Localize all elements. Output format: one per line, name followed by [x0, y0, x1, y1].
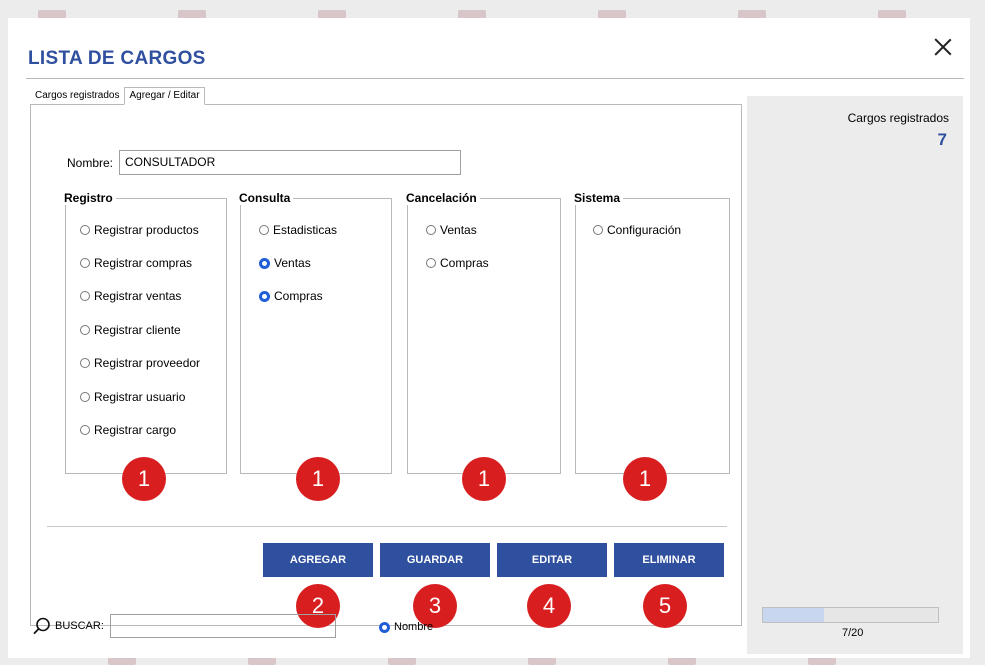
capacity-progress-fill	[763, 608, 825, 622]
annotation-badge: 4	[527, 584, 571, 628]
tab-agregar-editar[interactable]: Agregar / Editar	[124, 87, 205, 105]
radio-button[interactable]	[80, 291, 90, 301]
radio-button[interactable]	[426, 258, 436, 268]
dialog-window: LISTA DE CARGOS Cargos registrados Agreg…	[8, 18, 970, 658]
option-label: Compras	[440, 256, 489, 270]
close-icon[interactable]	[934, 38, 952, 56]
group-cancelacion: Cancelación Ventas Compras	[406, 191, 561, 474]
tab-cargos-registrados[interactable]: Cargos registrados	[30, 87, 124, 105]
radio-button-selected[interactable]	[259, 290, 270, 302]
radio-button[interactable]	[426, 225, 436, 235]
annotation-badge: 1	[623, 457, 667, 501]
option-consulta-compras[interactable]: Compras	[259, 289, 323, 303]
group-title: Consulta	[239, 191, 294, 205]
search-icon[interactable]	[33, 617, 51, 635]
radio-button[interactable]	[80, 358, 90, 368]
option-registrar-usuario[interactable]: Registrar usuario	[80, 390, 185, 404]
option-label: Compras	[274, 289, 323, 303]
option-registrar-compras[interactable]: Registrar compras	[80, 256, 192, 270]
option-registrar-proveedor[interactable]: Registrar proveedor	[80, 356, 200, 370]
option-registrar-ventas[interactable]: Registrar ventas	[80, 289, 181, 303]
search-input[interactable]	[109, 614, 336, 638]
option-consulta-ventas[interactable]: Ventas	[259, 256, 311, 270]
annotation-badge: 1	[122, 457, 166, 501]
option-label: Registrar cliente	[94, 323, 181, 337]
option-label: Configuración	[607, 223, 682, 237]
option-registrar-cargo[interactable]: Registrar cargo	[80, 423, 176, 437]
option-registrar-productos[interactable]: Registrar productos	[80, 223, 199, 237]
group-title: Registro	[64, 191, 116, 205]
option-label: Registrar cargo	[94, 423, 177, 437]
option-label: Registrar ventas	[94, 289, 182, 303]
guardar-button[interactable]: GUARDAR	[380, 543, 490, 577]
option-cancelacion-ventas[interactable]: Ventas	[426, 223, 477, 237]
option-label: Registrar usuario	[94, 390, 186, 404]
group-title: Sistema	[574, 191, 624, 205]
name-label: Nombre:	[67, 155, 114, 170]
option-label: Ventas	[440, 223, 477, 237]
option-cancelacion-compras[interactable]: Compras	[426, 256, 489, 270]
annotation-badge: 1	[296, 457, 340, 501]
capacity-progress-text: 7/20	[842, 627, 864, 639]
eliminar-button[interactable]: ELIMINAR	[614, 543, 724, 577]
radio-button[interactable]	[80, 325, 90, 335]
option-label: Registrar compras	[94, 256, 193, 270]
radio-button[interactable]	[80, 258, 90, 268]
name-input[interactable]: CONSULTADOR	[119, 150, 462, 175]
name-row: Nombre: CONSULTADOR	[67, 150, 462, 175]
search-row: BUSCAR:	[33, 614, 336, 638]
filter-option-nombre[interactable]: Nombre	[379, 621, 433, 633]
radio-button[interactable]	[80, 392, 90, 402]
option-label: Registrar proveedor	[94, 356, 201, 370]
summary-sidebar: Cargos registrados 7 7/20	[747, 96, 963, 654]
radio-button-selected[interactable]	[379, 621, 390, 633]
dialog-title: LISTA DE CARGOS	[28, 48, 206, 69]
title-divider	[26, 78, 964, 79]
annotation-badge: 5	[643, 584, 687, 628]
option-label: Estadisticas	[273, 223, 338, 237]
group-consulta: Consulta Estadisticas Ventas Compras	[239, 191, 392, 474]
annotation-badge: 1	[462, 457, 506, 501]
editar-button[interactable]: EDITAR	[497, 543, 607, 577]
registered-count-label: Cargos registrados	[847, 111, 949, 125]
registered-count-value: 7	[937, 130, 947, 149]
radio-button[interactable]	[80, 425, 90, 435]
agregar-button[interactable]: AGREGAR	[263, 543, 373, 577]
tab-panel-agregar-editar: Nombre: CONSULTADOR Registro Registrar p…	[30, 104, 742, 628]
panel-divider	[47, 526, 727, 527]
capacity-progress-bar	[762, 607, 939, 623]
radio-button[interactable]	[259, 225, 269, 235]
option-estadisticas[interactable]: Estadisticas	[259, 223, 337, 237]
option-configuracion[interactable]: Configuración	[593, 223, 681, 237]
group-title: Cancelación	[406, 191, 480, 205]
tab-bar: Cargos registrados Agregar / Editar	[30, 87, 205, 105]
radio-button[interactable]	[80, 225, 90, 235]
option-registrar-cliente[interactable]: Registrar cliente	[80, 323, 181, 337]
search-label: BUSCAR:	[55, 620, 104, 632]
filter-label: Nombre	[394, 621, 434, 633]
option-label: Registrar productos	[94, 223, 199, 237]
radio-button-selected[interactable]	[259, 257, 270, 269]
group-sistema: Sistema Configuración	[574, 191, 730, 474]
radio-button[interactable]	[593, 225, 603, 235]
group-registro: Registro Registrar productos Registrar c…	[64, 191, 227, 474]
option-label: Ventas	[274, 256, 311, 270]
